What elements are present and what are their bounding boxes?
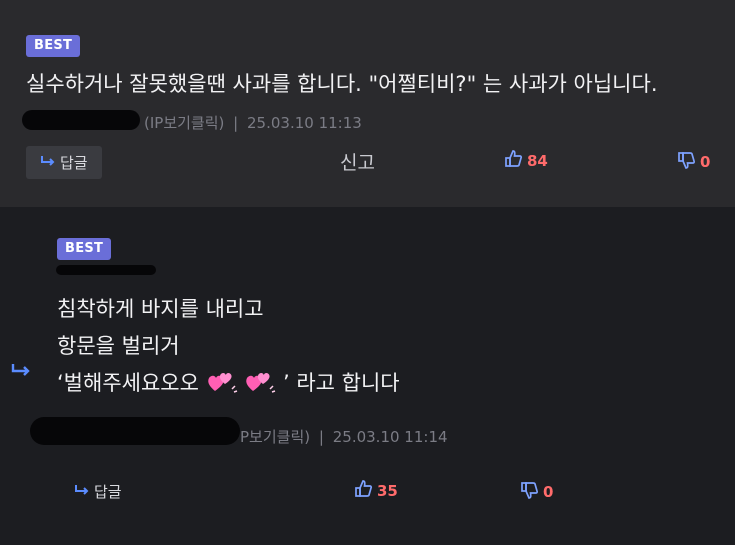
redacted-username [30,417,240,445]
reply-label: 답글 [94,483,122,501]
dislike-button[interactable]: 0 [677,150,710,174]
reply-arrow-icon [40,154,56,172]
like-button[interactable]: 84 [504,149,548,173]
timestamp: 25.03.10 11:14 [332,428,448,446]
comment-meta: (IP보기클릭) | 25.03.10 11:13 [144,112,362,133]
comment-text-line-3-prefix: ‘벌해주세요오오 [57,371,206,395]
best-badge: BEST [57,238,112,260]
reply-arrow-icon [74,483,90,501]
reply-button[interactable]: 답글 [26,146,102,179]
like-count: 35 [377,482,398,500]
comment-text-line-2: 항문을 벌리거 [57,334,180,358]
reply-button[interactable]: 답글 [74,481,122,502]
nested-reply-arrow-icon [10,362,32,382]
meta-separator: | [318,428,324,446]
redacted-username [22,110,140,130]
comment-2: BEST 침착하게 바지를 내리고 항문을 벌리거 ‘벌해주세요오오 ’ 라고 … [0,207,735,545]
ip-link[interactable]: P보기클릭) [240,428,310,446]
comment-text: 실수하거나 잘못했을땐 사과를 합니다. "어쩔티비?" 는 사과가 아닙니다. [26,72,658,96]
timestamp: 25.03.10 11:13 [247,114,362,132]
report-button[interactable]: 신고 [340,148,375,175]
comment-text-line-1: 침착하게 바지를 내리고 [57,297,264,321]
like-button[interactable]: 35 [354,479,398,503]
comment-1: BEST 실수하거나 잘못했을땐 사과를 합니다. "어쩔티비?" 는 사과가 … [0,0,735,207]
best-badge: BEST [26,35,81,57]
ip-link[interactable]: (IP보기클릭) [144,114,224,132]
dislike-count: 0 [700,153,711,171]
two-hearts-icon [206,369,238,400]
thumbs-down-icon [520,480,540,504]
comment-text-line-3-suffix: ’ 라고 합니다 [282,371,400,395]
thumbs-down-icon [677,150,697,174]
comment-text-line-3: ‘벌해주세요오오 ’ 라고 합니다 [57,367,400,400]
thumbs-up-icon [354,479,374,503]
dislike-button[interactable]: 0 [520,480,553,504]
comment-meta: P보기클릭) | 25.03.10 11:14 [240,426,448,447]
meta-separator: | [233,114,239,132]
like-count: 84 [527,152,548,170]
thumbs-up-icon [504,149,524,173]
dislike-count: 0 [543,483,554,501]
reply-label: 답글 [60,154,88,172]
redacted-username [56,265,156,275]
two-hearts-icon [244,369,276,400]
